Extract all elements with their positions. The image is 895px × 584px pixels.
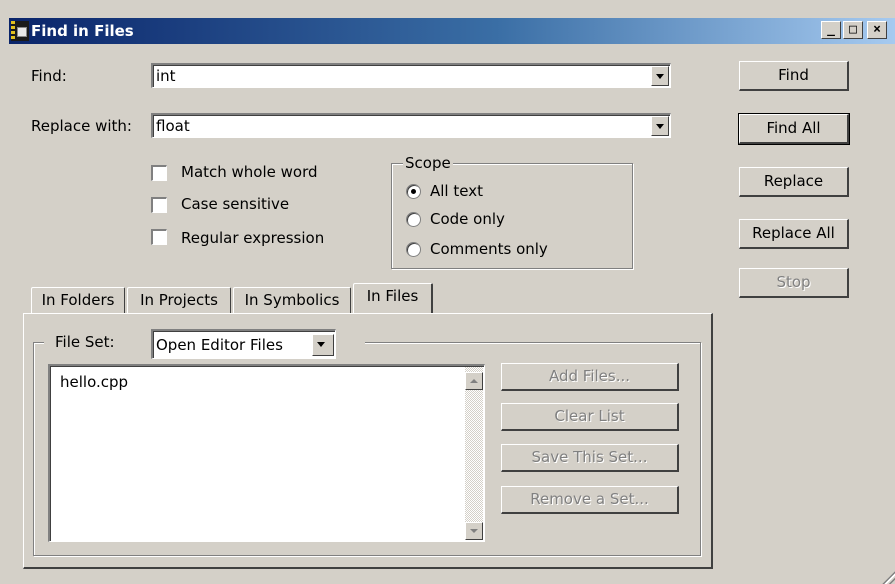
file-set-gap <box>335 334 365 348</box>
tab-in-projects[interactable]: In Projects <box>127 287 231 313</box>
find-in-files-dialog: Find in Files _ □ × Find: int Replace wi… <box>0 0 895 584</box>
app-icon <box>11 21 29 41</box>
tab-in-files[interactable]: In Files <box>353 283 433 313</box>
file-set-dropdown-arrow-icon[interactable] <box>312 334 334 356</box>
replace-combo[interactable]: float <box>151 113 671 138</box>
window-title: Find in Files <box>31 22 134 40</box>
replace-value: float <box>156 117 190 135</box>
case-sensitive-label[interactable]: Case sensitive <box>181 194 289 214</box>
file-list-scrollbar[interactable] <box>465 367 483 540</box>
scope-all-text-label[interactable]: All text <box>430 181 483 201</box>
scope-code-only-label[interactable]: Code only <box>430 209 505 229</box>
scroll-down-arrow-icon[interactable] <box>465 522 483 540</box>
title-bar[interactable]: Find in Files _ □ × <box>9 18 895 44</box>
scope-title: Scope <box>403 154 453 172</box>
replace-dropdown-arrow-icon[interactable] <box>651 116 669 136</box>
case-sensitive-checkbox[interactable] <box>151 197 167 213</box>
file-set-value: Open Editor Files <box>156 336 283 354</box>
find-button[interactable]: Find <box>739 61 849 91</box>
find-combo[interactable]: int <box>151 63 671 88</box>
file-list[interactable]: hello.cpp <box>48 364 485 542</box>
maximize-button[interactable]: □ <box>843 21 863 39</box>
resize-grip-icon[interactable] <box>881 570 895 584</box>
close-button[interactable]: × <box>867 21 887 39</box>
find-dropdown-arrow-icon[interactable] <box>651 66 669 86</box>
replace-all-button[interactable]: Replace All <box>739 219 849 249</box>
regular-expression-label[interactable]: Regular expression <box>181 228 324 248</box>
scope-comments-only-radio[interactable] <box>406 242 421 257</box>
replace-button[interactable]: Replace <box>739 167 849 197</box>
file-list-item[interactable]: hello.cpp <box>60 372 128 392</box>
regular-expression-checkbox[interactable] <box>151 229 167 245</box>
stop-button[interactable]: Stop <box>739 268 849 298</box>
add-files-button[interactable]: Add Files... <box>501 363 679 391</box>
file-set-label: File Set: <box>55 333 115 351</box>
scope-all-text-radio[interactable] <box>406 184 421 199</box>
scope-code-only-radio[interactable] <box>406 212 421 227</box>
clear-list-button[interactable]: Clear List <box>501 403 679 431</box>
find-value: int <box>156 67 176 85</box>
tab-in-symbolics[interactable]: In Symbolics <box>233 287 351 313</box>
find-label: Find: <box>31 67 67 85</box>
tab-in-folders[interactable]: In Folders <box>31 287 125 313</box>
scope-comments-only-label[interactable]: Comments only <box>430 239 548 259</box>
match-whole-word-checkbox[interactable] <box>151 165 167 181</box>
match-whole-word-label[interactable]: Match whole word <box>181 162 318 182</box>
file-set-combo[interactable]: Open Editor Files <box>151 329 336 359</box>
minimize-button[interactable]: _ <box>821 21 841 39</box>
remove-a-set-button[interactable]: Remove a Set... <box>501 486 679 514</box>
replace-label: Replace with: <box>31 117 132 135</box>
save-this-set-button[interactable]: Save This Set... <box>501 444 679 472</box>
find-all-button[interactable]: Find All <box>738 113 850 145</box>
scroll-up-arrow-icon[interactable] <box>465 372 483 390</box>
